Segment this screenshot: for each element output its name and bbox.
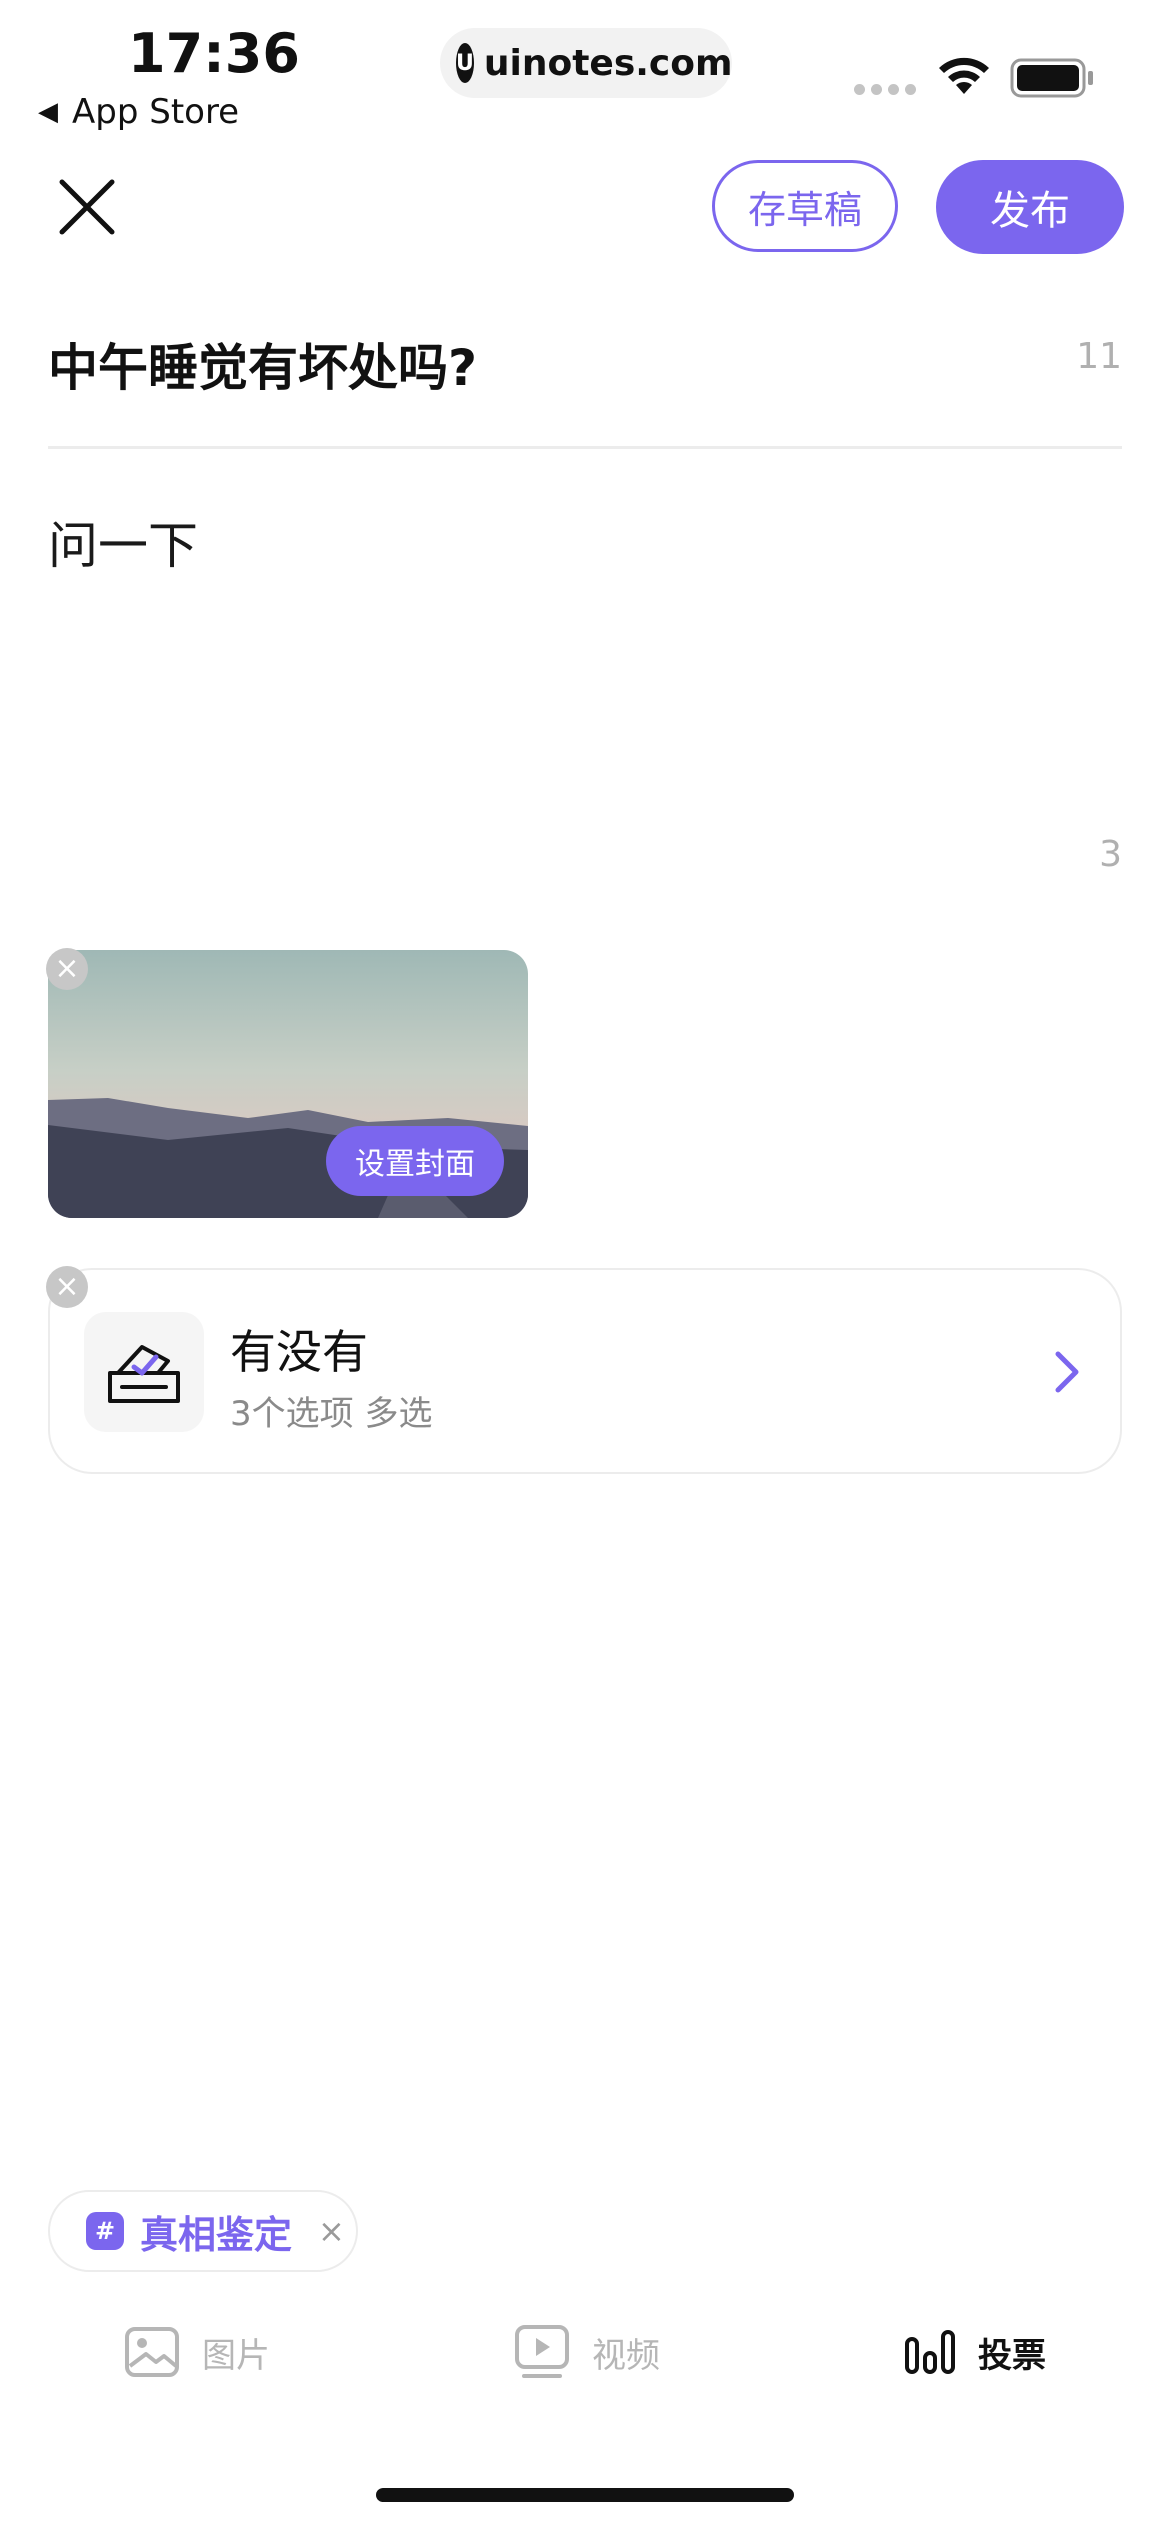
add-image-tool[interactable]: 图片 <box>124 2322 270 2382</box>
back-to-app-store[interactable]: ◀ App Store <box>38 92 239 132</box>
topic-chip[interactable]: # 真相鉴定 × <box>48 2190 358 2272</box>
remove-media-icon[interactable]: × <box>46 948 88 990</box>
back-app-label: App Store <box>72 92 240 132</box>
vote-title: 有没有 <box>230 1325 368 1379</box>
image-icon <box>125 2327 179 2377</box>
ballot-box-icon <box>84 1312 204 1432</box>
vote-tool-label: 投票 <box>978 2335 1046 2376</box>
vote-subtitle: 3个选项 多选 <box>230 1394 433 1434</box>
add-vote-tool[interactable]: 投票 <box>904 2322 1046 2382</box>
save-draft-button[interactable]: 存草稿 <box>712 160 898 252</box>
video-thumbnail[interactable]: 设置封面 <box>48 950 528 1218</box>
topic-label: 真相鉴定 <box>140 2212 293 2257</box>
bar-chart-icon <box>905 2330 955 2374</box>
home-indicator[interactable] <box>376 2488 794 2502</box>
wifi-icon <box>939 57 989 94</box>
add-video-tool[interactable]: 视频 <box>514 2322 660 2382</box>
chevron-right-icon <box>1055 1351 1079 1393</box>
title-char-count: 11 <box>1076 336 1122 377</box>
remove-topic-icon[interactable]: × <box>318 2212 345 2250</box>
battery-icon <box>1010 58 1093 98</box>
close-icon[interactable] <box>56 176 118 238</box>
video-tool-label: 视频 <box>592 2335 660 2376</box>
image-tool-label: 图片 <box>202 2335 270 2376</box>
url-text: uinotes.com <box>483 42 733 84</box>
video-icon <box>515 2325 569 2378</box>
post-title-input[interactable]: 中午睡觉有坏处吗? <box>48 328 477 400</box>
status-time: 17:36 <box>128 22 300 85</box>
cellular-signal-icon <box>854 84 916 95</box>
body-char-count: 3 <box>1099 834 1122 875</box>
title-divider <box>48 446 1122 449</box>
publish-button[interactable]: 发布 <box>936 160 1124 254</box>
vote-card[interactable]: 有没有 3个选项 多选 <box>48 1268 1122 1474</box>
hashtag-icon: # <box>86 2212 124 2250</box>
remove-vote-icon[interactable]: × <box>46 1266 88 1308</box>
site-logo-icon: U <box>456 43 474 83</box>
post-editor-screen: 17:36 ◀ App Store U uinotes.com 存草稿 发布 中… <box>0 0 1170 2532</box>
url-pill[interactable]: U uinotes.com <box>440 28 733 98</box>
post-body-input[interactable]: 问一下 <box>48 506 198 578</box>
back-triangle-icon: ◀ <box>38 97 58 127</box>
set-cover-button[interactable]: 设置封面 <box>326 1126 504 1196</box>
